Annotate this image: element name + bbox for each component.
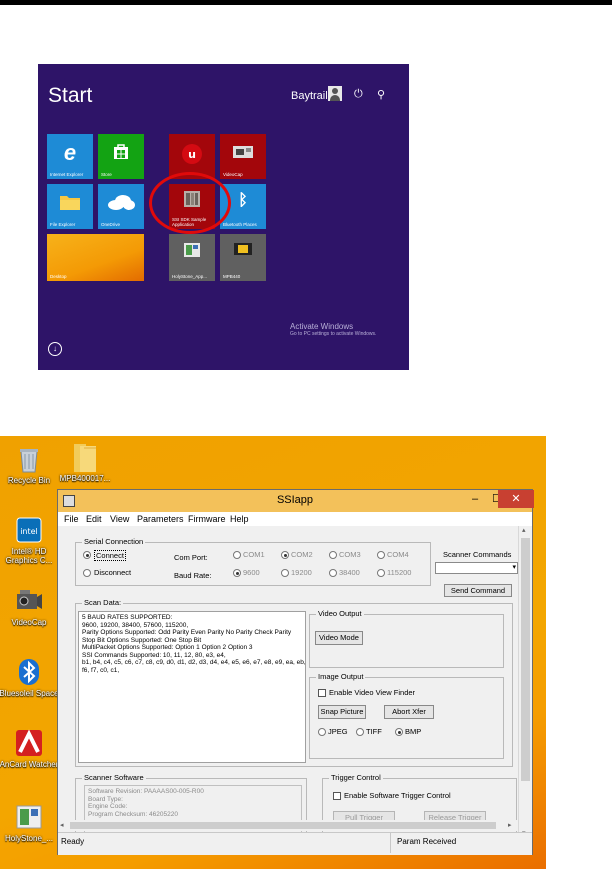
video-viewfinder-checkbox[interactable] <box>318 689 326 697</box>
all-apps-arrow-icon[interactable]: ↓ <box>48 342 62 356</box>
tile-desktop[interactable]: Desktop <box>47 234 144 281</box>
vertical-scroll-thumb[interactable] <box>521 538 530 781</box>
holystone-icon <box>14 802 44 832</box>
activate-windows-watermark: Activate Windows Go to PC settings to ac… <box>290 322 377 337</box>
window-title: SSIapp <box>276 494 314 506</box>
tile-file-explorer[interactable]: File Explorer <box>47 184 93 229</box>
svg-text:u: u <box>188 148 196 161</box>
connect-label[interactable]: Connect <box>94 550 126 561</box>
tile-holystone-app[interactable]: HolyStone_App... <box>169 234 215 281</box>
bmp-radio[interactable] <box>395 728 403 736</box>
tile-store[interactable]: Store <box>98 134 144 179</box>
start-title: Start <box>48 84 93 107</box>
image-output-group: Image Output Enable Video View Finder Sn… <box>309 672 504 759</box>
com4-radio[interactable] <box>377 551 385 559</box>
close-icon[interactable]: ✕ <box>498 490 534 508</box>
scan-data-group: Scan Data: 5 BAUD RATES SUPPORTED: 9600,… <box>75 598 513 767</box>
tile-internet-explorer[interactable]: e Internet Explorer <box>47 134 93 179</box>
store-icon <box>98 142 144 165</box>
desktop-icon-bluesoleil[interactable]: Bluesoleil Space <box>0 657 59 698</box>
holystone-icon <box>169 241 215 264</box>
intel-graphics-icon: intel <box>14 515 44 545</box>
menu-bar: File Edit View Parameters Firmware Help <box>58 512 532 526</box>
com3-radio[interactable] <box>329 551 337 559</box>
video-output-group: Video Output Video Mode <box>309 609 504 668</box>
status-left: Ready <box>61 837 85 846</box>
disconnect-label[interactable]: Disconnect <box>94 568 131 577</box>
ssiapp-window: SSIapp – ☐ ✕ File Edit View Parameters F… <box>57 489 534 855</box>
minimize-icon[interactable]: – <box>463 490 487 508</box>
desktop-icon-holystone[interactable]: HolyStone_... <box>0 802 59 843</box>
send-command-button[interactable]: Send Command <box>444 584 512 597</box>
desktop-icon-mpb-folder[interactable]: MPB400017... <box>55 442 115 483</box>
menu-file[interactable]: File <box>64 514 79 524</box>
menu-help[interactable]: Help <box>230 514 249 524</box>
desktop-icon-recycle-bin[interactable]: Recycle Bin <box>0 444 59 485</box>
horizontal-scroll-thumb[interactable] <box>70 822 496 829</box>
scan-data-text[interactable]: 5 BAUD RATES SUPPORTED: 9600, 19200, 384… <box>78 611 306 763</box>
scroll-up-icon[interactable]: ▴ <box>522 526 526 534</box>
jpeg-radio[interactable] <box>318 728 326 736</box>
app-icon: u <box>169 143 215 170</box>
desktop: Recycle Bin MPB400017... intel Intel® HD… <box>0 436 546 869</box>
cloud-icon <box>98 194 144 215</box>
menu-edit[interactable]: Edit <box>86 514 102 524</box>
menu-parameters[interactable]: Parameters <box>137 514 184 524</box>
menu-view[interactable]: View <box>110 514 129 524</box>
window-client-area: Serial Connection Connect Disconnect Com… <box>58 526 518 842</box>
user-name[interactable]: Baytrail <box>291 90 328 102</box>
baud-19200-radio[interactable] <box>281 569 289 577</box>
start-screen: Start Baytrail ⏻ ⚲ e Internet Explorer S… <box>38 64 409 370</box>
video-mode-button[interactable]: Video Mode <box>315 631 363 645</box>
videocap-icon <box>14 586 44 616</box>
internet-explorer-icon: e <box>63 140 77 165</box>
baud-rate-label: Baud Rate: <box>174 571 212 580</box>
tiff-radio[interactable] <box>356 728 364 736</box>
tile-mpb440[interactable]: MPB440 <box>220 234 266 281</box>
scanner-commands-label: Scanner Commands <box>443 550 512 559</box>
status-right: Param Received <box>397 837 457 846</box>
scroll-right-icon[interactable]: ▸ <box>508 821 512 829</box>
highlight-circle <box>149 172 231 234</box>
tile-onedrive[interactable]: OneDrive <box>98 184 144 229</box>
horizontal-scrollbar[interactable]: ◂ ▸ <box>58 820 518 831</box>
desktop-icon-intel-graphics[interactable]: intel Intel® HD Graphics C... <box>0 515 59 565</box>
disconnect-radio[interactable] <box>83 569 91 577</box>
status-bar: Ready Param Received <box>58 832 532 855</box>
desktop-icon-videocap[interactable]: VideoCap <box>0 586 59 627</box>
desktop-icon-ancard-watcher[interactable]: AnCard Watcher <box>0 728 59 769</box>
ancard-watcher-icon <box>14 728 44 758</box>
chevron-down-icon[interactable]: ▾ <box>512 563 516 571</box>
folder-icon <box>47 193 93 216</box>
svg-text:intel: intel <box>20 527 38 536</box>
search-icon[interactable]: ⚲ <box>377 88 385 101</box>
user-avatar-icon[interactable] <box>328 86 342 101</box>
mpb-icon <box>220 242 266 261</box>
connect-radio[interactable] <box>83 551 91 559</box>
com-port-label: Com Port: <box>174 553 208 562</box>
snap-picture-button[interactable]: Snap Picture <box>318 705 366 719</box>
window-titlebar[interactable]: SSIapp – ☐ ✕ <box>58 490 534 512</box>
bluetooth-icon <box>14 657 44 687</box>
software-trigger-checkbox[interactable] <box>333 792 341 800</box>
baud-115200-radio[interactable] <box>377 569 385 577</box>
videocap-icon <box>220 143 266 166</box>
menu-firmware[interactable]: Firmware <box>188 514 226 524</box>
scroll-left-icon[interactable]: ◂ <box>60 821 64 829</box>
power-icon[interactable]: ⏻ <box>354 88 363 101</box>
abort-xfer-button[interactable]: Abort Xfer <box>384 705 434 719</box>
serial-connection-group: Serial Connection Connect Disconnect Com… <box>75 537 431 586</box>
page-top-rule <box>0 0 612 5</box>
recycle-bin-icon <box>14 444 44 474</box>
scanner-commands-combo[interactable]: ▾ <box>435 562 518 574</box>
com1-radio[interactable] <box>233 551 241 559</box>
vertical-scrollbar[interactable]: ▴ ▾ <box>518 526 532 842</box>
folder-icon <box>70 442 100 472</box>
tile-videocap[interactable]: VideoCap <box>220 134 266 179</box>
baud-9600-radio[interactable] <box>233 569 241 577</box>
baud-38400-radio[interactable] <box>329 569 337 577</box>
com2-radio[interactable] <box>281 551 289 559</box>
